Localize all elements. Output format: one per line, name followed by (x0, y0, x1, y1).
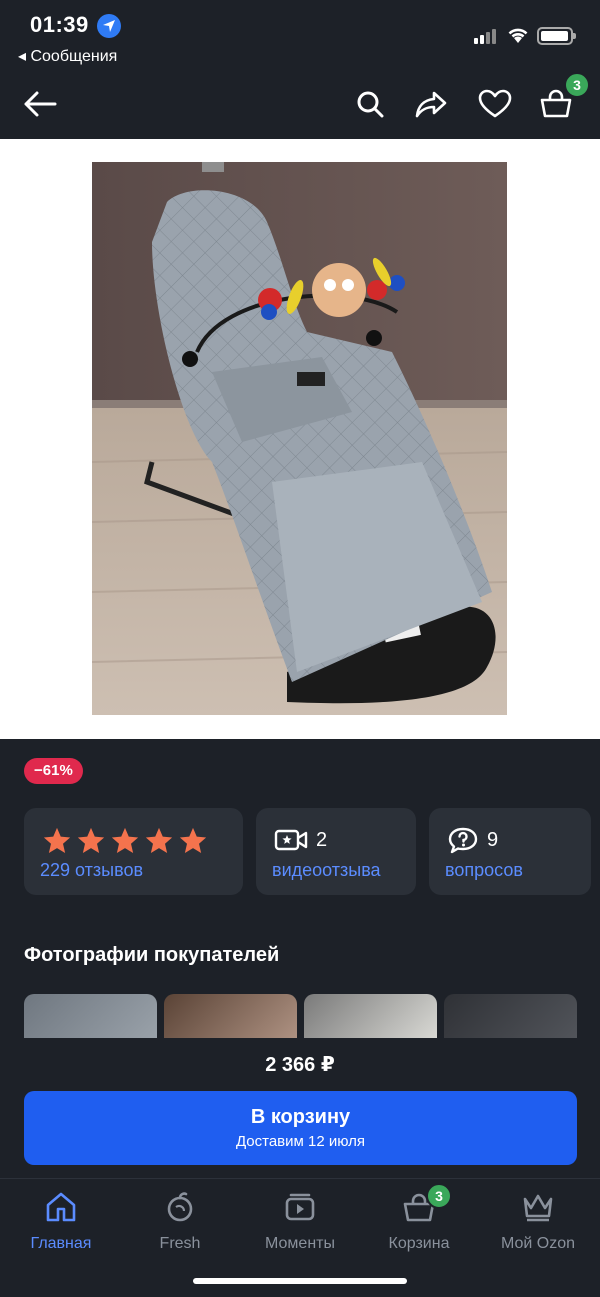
star-icon (111, 827, 139, 853)
product-price: 2 366 ₽ (265, 1054, 335, 1076)
customer-photo[interactable] (164, 994, 297, 1038)
moments-play-icon (285, 1193, 315, 1221)
customer-photo[interactable] (24, 994, 157, 1038)
product-image[interactable] (92, 162, 507, 715)
top-nav: 3 (0, 72, 600, 138)
cart-button[interactable]: 3 (536, 72, 590, 124)
tab-label: Fresh (159, 1235, 201, 1252)
discount-badge: −61% (24, 758, 83, 784)
tab-cart[interactable]: 3 Корзина (364, 1183, 474, 1253)
arrow-left-icon (24, 91, 57, 117)
tab-home[interactable]: Главная (6, 1187, 116, 1253)
tab-label: Мой Ozon (500, 1235, 576, 1252)
wifi-icon (508, 28, 528, 43)
questions-link[interactable]: вопросов (445, 860, 523, 881)
product-gallery[interactable] (0, 139, 600, 739)
star-icon (77, 827, 105, 853)
back-button[interactable] (20, 84, 60, 124)
questions-count: 9 (487, 828, 499, 851)
home-indicator (193, 1278, 407, 1284)
video-count: 2 (316, 828, 328, 851)
search-icon (357, 91, 384, 118)
reviews-card[interactable]: 229 отзывов (24, 808, 243, 895)
back-to-app-link[interactable]: ◂ Сообщения (18, 46, 117, 66)
star-icon (43, 827, 71, 853)
add-to-cart-label: В корзину (250, 1106, 351, 1128)
cellular-signal-icon (474, 28, 500, 44)
search-button[interactable] (350, 84, 390, 124)
favorite-button[interactable] (475, 84, 515, 124)
baby-bouncer-illustration (92, 162, 507, 715)
customer-photo[interactable] (304, 994, 437, 1038)
fresh-icon (167, 1192, 193, 1222)
video-reviews-card[interactable]: 2 видеоотзыва (256, 808, 416, 895)
star-icon (179, 827, 207, 853)
tab-fresh[interactable]: Fresh (125, 1187, 235, 1253)
rating-stars (42, 826, 208, 856)
questions-card[interactable]: 9 вопросов (429, 808, 591, 895)
battery-icon (537, 27, 576, 45)
tab-moments[interactable]: Моменты (245, 1187, 355, 1253)
star-icon (145, 827, 173, 853)
question-bubble-icon (448, 827, 478, 854)
add-to-cart-button[interactable]: В корзину Доставим 12 июля (24, 1091, 577, 1165)
share-button[interactable] (411, 84, 451, 124)
video-camera-icon (274, 829, 308, 851)
share-icon (415, 91, 447, 118)
customer-photos-title: Фотографии покупателей (24, 944, 280, 966)
reviews-link[interactable]: 229 отзывов (40, 860, 143, 881)
tab-label: Моменты (265, 1235, 335, 1252)
cart-count-badge: 3 (564, 72, 590, 98)
location-arrow-icon (97, 14, 121, 38)
cart-tab-badge: 3 (426, 1183, 452, 1209)
delivery-date-label: Доставим 12 июля (235, 1133, 366, 1150)
customer-photos-strip[interactable] (24, 994, 600, 1038)
tab-my-ozon[interactable]: Мой Ozon (483, 1187, 593, 1253)
customer-photo[interactable] (444, 994, 577, 1038)
status-bar: 01:39 ◂ Сообщения (0, 0, 600, 70)
heart-icon (478, 89, 512, 118)
home-icon (46, 1192, 76, 1222)
crown-icon (523, 1194, 553, 1222)
tab-label: Главная (30, 1235, 92, 1252)
status-time: 01:39 (30, 12, 89, 37)
tab-label: Корзина (388, 1235, 450, 1252)
video-reviews-link[interactable]: видеоотзыва (272, 860, 381, 881)
